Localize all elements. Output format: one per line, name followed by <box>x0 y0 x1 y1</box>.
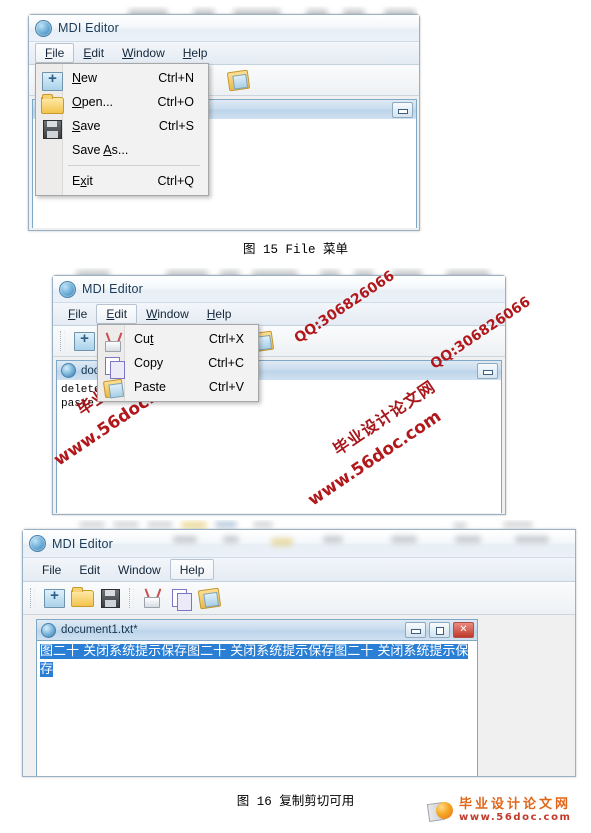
mdi-child-window-3[interactable]: document1.txt* ✕ 图二十 关闭系统提示保存图二十 关闭系统提示保… <box>36 619 478 776</box>
mdi-editor-window-1[interactable]: MDI Editor File Edit Window Help + New C… <box>28 14 420 231</box>
file-dropdown-menu[interactable]: New Ctrl+N Open... Ctrl+O Save Ctrl+S Sa… <box>35 63 209 196</box>
maximize-button[interactable] <box>429 622 450 638</box>
menu-help[interactable]: Help <box>169 559 215 580</box>
menu-item-save[interactable]: Save Ctrl+S <box>36 114 208 139</box>
menu-item-cut-label: Cut <box>134 332 154 346</box>
open-icon <box>40 93 64 114</box>
menu-edit[interactable]: Edit <box>96 304 138 324</box>
menu-file[interactable]: File <box>33 558 70 581</box>
globe-icon <box>59 280 76 298</box>
document-icon <box>61 363 76 378</box>
edit-dropdown-menu[interactable]: Cut Ctrl+X Copy Ctrl+C Paste Ctrl+V <box>97 324 259 402</box>
minimize-button[interactable] <box>392 102 413 118</box>
menu-item-open-label: Open... <box>72 95 114 109</box>
menu-item-save-as-label: Save As... <box>72 143 129 157</box>
menu-item-save-accel: Ctrl+S <box>158 119 194 133</box>
menu-help[interactable]: Help <box>198 303 241 325</box>
toolbar-grip <box>30 588 35 608</box>
mdi-editor-window-3[interactable]: MDI Editor File Edit Window Help + docum… <box>22 529 576 777</box>
window-title-2: MDI Editor <box>82 282 144 296</box>
menu-item-copy-label: Copy <box>134 356 164 370</box>
open-icon[interactable] <box>70 586 94 610</box>
menu-item-copy-accel: Ctrl+C <box>208 356 244 370</box>
figure-2-edit-menu: MDI Editor File Edit Window Help documen… <box>48 268 510 516</box>
close-button[interactable]: ✕ <box>453 622 474 638</box>
menu-item-save-label: Save <box>72 119 101 133</box>
mdi-editor-window-2[interactable]: MDI Editor File Edit Window Help documen… <box>52 275 506 515</box>
new-icon[interactable] <box>72 329 96 353</box>
mdi-child-titlebar-3[interactable]: document1.txt* ✕ <box>37 620 477 640</box>
save-icon <box>40 117 62 139</box>
window-title-3: MDI Editor <box>52 536 114 551</box>
minimize-button[interactable] <box>477 363 498 379</box>
menu-item-cut[interactable]: Cut Ctrl+X <box>98 327 258 352</box>
menu-item-exit[interactable]: Exit Ctrl+Q <box>36 169 208 193</box>
menu-item-open[interactable]: Open... Ctrl+O <box>36 90 208 114</box>
menu-item-paste-label: Paste <box>134 380 166 394</box>
menu-item-exit-accel: Ctrl+Q <box>157 174 194 188</box>
menubar-2[interactable]: File Edit Window Help <box>53 302 505 326</box>
copy-icon <box>102 354 125 379</box>
menu-window[interactable]: Window <box>137 303 198 325</box>
mdi-window-buttons-1[interactable] <box>392 102 413 118</box>
copy-icon[interactable] <box>169 586 193 611</box>
menubar-3[interactable]: File Edit Window Help <box>23 557 575 582</box>
menu-separator <box>68 165 200 166</box>
menu-window[interactable]: Window <box>109 558 170 581</box>
menu-item-new-accel: Ctrl+N <box>158 71 194 85</box>
cut-icon[interactable] <box>141 586 165 610</box>
menu-edit[interactable]: Edit <box>70 558 109 581</box>
menu-file[interactable]: File <box>35 43 75 63</box>
figure-1-file-menu: MDI Editor File Edit Window Help + New C… <box>18 6 420 231</box>
menu-item-exit-label: Exit <box>72 174 93 188</box>
menu-edit[interactable]: Edit <box>74 42 113 64</box>
site-logo: 毕业设计论文网 www.56doc.com <box>426 797 572 824</box>
globe-icon <box>29 535 46 552</box>
globe-icon <box>35 19 52 37</box>
document-text-3[interactable]: 图二十 关闭系统提示保存图二十 关闭系统提示保存图二十 关闭系统提示保存 <box>37 641 477 681</box>
mdi-child-body-3[interactable]: 图二十 关闭系统提示保存图二十 关闭系统提示保存图二十 关闭系统提示保存 <box>37 640 477 776</box>
window-titlebar-2[interactable]: MDI Editor <box>53 276 505 302</box>
menu-item-open-accel: Ctrl+O <box>157 95 194 109</box>
figure-3-copy-cut-enabled: MDI Editor File Edit Window Help + docum… <box>17 520 576 777</box>
paste-icon <box>102 378 125 399</box>
menu-window[interactable]: Window <box>113 42 174 64</box>
selected-text[interactable]: 图二十 关闭系统提示保存图二十 关闭系统提示保存图二十 关闭系统提示保存 <box>40 644 469 677</box>
menu-item-copy[interactable]: Copy Ctrl+C <box>98 351 258 379</box>
mdi-child-title-3: document1.txt* <box>61 624 138 636</box>
toolbar-3[interactable] <box>23 582 575 615</box>
close-icon: ✕ <box>459 624 468 635</box>
menu-item-paste-accel: Ctrl+V <box>208 380 244 394</box>
menu-item-cut-accel: Ctrl+X <box>208 332 244 346</box>
mdi-window-buttons-3[interactable]: ✕ <box>405 622 474 638</box>
toolbar-grip-2 <box>129 588 134 608</box>
menubar-1[interactable]: File Edit Window Help <box>29 41 419 65</box>
menu-item-paste[interactable]: Paste Ctrl+V <box>98 375 258 399</box>
menu-file[interactable]: File <box>59 303 96 325</box>
window-titlebar-3[interactable]: MDI Editor <box>23 530 575 557</box>
window-titlebar-1[interactable]: MDI Editor <box>29 15 419 41</box>
paste-icon[interactable] <box>226 68 251 92</box>
minimize-button[interactable] <box>405 622 426 638</box>
window-title-1: MDI Editor <box>58 21 120 35</box>
new-icon <box>40 69 63 91</box>
paste-icon[interactable] <box>197 586 222 610</box>
caption-figure-1: 图 15 File 菜单 <box>0 238 591 257</box>
logo-icon <box>426 800 454 823</box>
cut-icon <box>102 330 121 352</box>
save-icon[interactable] <box>98 586 122 610</box>
new-icon[interactable] <box>42 586 66 610</box>
caption-1-text: 图 15 File 菜单 <box>242 243 348 257</box>
logo-brand-text: 毕业设计论文网 <box>459 797 572 812</box>
toolbar-grip <box>60 331 65 351</box>
menu-item-save-as[interactable]: Save As... <box>36 138 208 162</box>
caption-3-text: 图 16 复制剪切可用 <box>236 795 355 809</box>
menu-help[interactable]: Help <box>174 42 217 64</box>
menu-item-new[interactable]: New Ctrl+N <box>36 66 208 91</box>
logo-url-text: www.56doc.com <box>459 812 572 823</box>
document-icon <box>41 622 56 638</box>
mdi-window-buttons-2[interactable] <box>477 363 498 379</box>
menu-item-new-label: New <box>72 71 98 85</box>
